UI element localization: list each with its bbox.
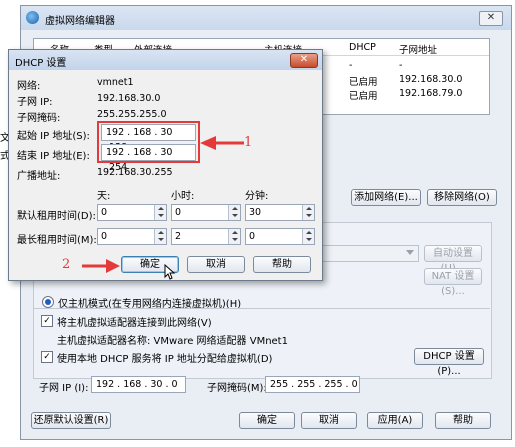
connect-adapter-checkbox[interactable]: ✓ [41,315,53,327]
network-label: 网络: [17,81,41,92]
annotation-marker-1: 1 [244,135,253,150]
spinner-arrows-icon[interactable] [302,229,314,244]
max-lease-hours-value: 2 [175,231,182,242]
dhcp-subnet-ip-value: 192.168.30.0 [97,93,161,104]
days-header: 天: [97,191,111,202]
remove-network-button[interactable]: 移除网络(O) [427,189,497,206]
dhcp-subnet-ip-label: 子网 IP: [17,97,53,108]
auto-settings-button[interactable]: 自动设置(U)... [424,245,482,274]
network-globe-icon [26,11,39,24]
connect-adapter-label: 将主机虚拟适配器连接到此网络(V) [57,318,212,329]
dhcp-subnet-mask-value: 255.255.255.0 [97,109,167,120]
broadcast-value: 192.168.30.255 [97,167,173,178]
main-window-title: 虚拟网络编辑器 [45,16,115,27]
apply-button[interactable]: 应用(A) [367,412,423,429]
spinner-arrows-icon[interactable] [228,205,240,220]
dhcp-cancel-button[interactable]: 取消 [187,256,245,273]
col-header-dhcp[interactable]: DHCP [349,42,376,53]
annotation-arrow-1-icon [200,136,244,150]
use-dhcp-checkbox[interactable]: ✓ [41,351,53,363]
dhcp-dialog-title: DHCP 设置 [15,58,67,69]
row1-dhcp: - [349,60,353,71]
use-dhcp-label: 使用本地 DHCP 服务将 IP 地址分配给虚拟机(D) [57,354,273,365]
broadcast-label: 广播地址: [17,171,61,182]
adapter-name-text: 主机虚拟适配器名称: VMware 网络适配器 VMnet1 [57,336,288,347]
max-lease-days-spinner[interactable]: 0 [97,228,167,245]
host-only-radio[interactable] [42,296,54,308]
row3-subnet: 192.168.79.0 [399,88,463,99]
divider [33,308,490,309]
default-lease-days-spinner[interactable]: 0 [97,204,167,221]
minutes-header: 分钟: [245,191,269,202]
nat-settings-button[interactable]: NAT 设置(S)... [424,268,482,297]
add-network-button[interactable]: 添加网络(E)... [351,189,421,206]
row2-dhcp: 已启用 [349,77,378,88]
subnet-mask-label: 子网掩码(M): [207,383,267,394]
default-lease-label: 默认租用时间(D): [17,211,96,222]
default-lease-hours-value: 0 [175,207,182,218]
max-lease-minutes-value: 0 [249,231,256,242]
spinner-arrows-icon[interactable] [154,205,166,220]
dhcp-settings-dialog: DHCP 设置 ✕ 网络: vmnet1 子网 IP: 192.168.30.0… [8,49,323,281]
main-close-button[interactable]: ✕ [479,11,503,26]
ok-button[interactable]: 确定 [239,412,295,429]
spinner-arrows-icon[interactable] [302,205,314,220]
hours-header: 小时: [171,191,195,202]
start-ip-label: 起始 IP 地址(S): [17,131,90,142]
max-lease-label: 最长租用时间(M): [17,235,97,246]
subnet-mask-input[interactable]: 255 . 255 . 255 . 0 [265,376,360,393]
row3-dhcp: 已启用 [349,91,378,102]
network-value: vmnet1 [97,77,134,88]
help-button[interactable]: 帮助 [435,412,491,429]
subnet-ip-input[interactable]: 192 . 168 . 30 . 0 [91,376,186,393]
subnet-ip-label: 子网 IP (I): [39,383,89,394]
dhcp-help-button[interactable]: 帮助 [253,256,311,273]
spinner-arrows-icon[interactable] [228,229,240,244]
row1-subnet: - [399,60,403,71]
max-lease-minutes-spinner[interactable]: 0 [245,228,315,245]
dhcp-subnet-mask-label: 子网掩码: [17,113,61,124]
annotation-arrow-2-icon [82,259,120,273]
annotation-marker-2: 2 [62,257,71,272]
chevron-down-icon [406,250,414,255]
dhcp-dialog-close-button[interactable]: ✕ [290,53,318,68]
main-title-bar: 虚拟网络编辑器 ✕ [21,6,511,30]
spinner-arrows-icon[interactable] [154,229,166,244]
end-ip-label: 结束 IP 地址(E): [17,151,90,162]
highlight-box [97,121,200,163]
max-lease-days-value: 0 [101,231,108,242]
dhcp-settings-button[interactable]: DHCP 设置(P)... [414,348,484,377]
cancel-button[interactable]: 取消 [301,412,357,429]
default-lease-hours-spinner[interactable]: 0 [171,204,241,221]
row2-subnet: 192.168.30.0 [399,74,463,85]
default-lease-minutes-value: 30 [249,207,262,218]
col-header-subnet[interactable]: 子网地址 [399,42,437,56]
default-lease-minutes-spinner[interactable]: 30 [245,204,315,221]
mouse-pointer-icon [164,264,176,280]
dhcp-dialog-title-bar: DHCP 设置 ✕ [9,50,322,70]
restore-defaults-button[interactable]: 还原默认设置(R) [31,412,111,429]
default-lease-days-value: 0 [101,207,108,218]
max-lease-hours-spinner[interactable]: 2 [171,228,241,245]
